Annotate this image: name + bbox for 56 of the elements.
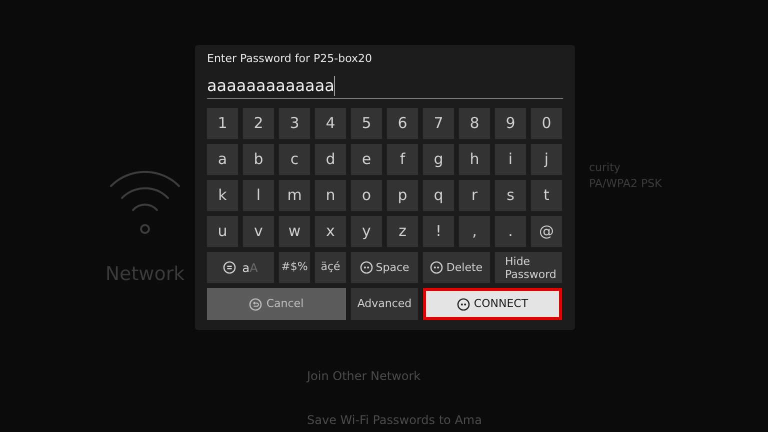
keyboard-key[interactable]: @ (531, 216, 562, 247)
dialog-title: Enter Password for P25-box20 (207, 51, 373, 67)
keyboard-key[interactable]: 3 (279, 108, 310, 139)
keyboard-key[interactable]: 6 (387, 108, 418, 139)
keyboard-key[interactable]: Delete (423, 252, 490, 283)
keyboard-key[interactable]: Space (351, 252, 418, 283)
keyboard-key[interactable]: p (387, 180, 418, 211)
back-icon (249, 298, 262, 310)
keyboard-key[interactable]: f (387, 144, 418, 175)
keyboard-key[interactable]: i (495, 144, 526, 175)
password-field[interactable]: aaaaaaaaaaaaa (207, 74, 563, 99)
keyboard-key[interactable]: d (315, 144, 346, 175)
keyboard-key[interactable]: v (243, 216, 274, 247)
keyboard-key[interactable]: 7 (423, 108, 454, 139)
keyboard-key[interactable]: n (315, 180, 346, 211)
keyboard-key[interactable]: Hide Password (495, 252, 562, 283)
keyboard-key[interactable]: 1 (207, 108, 238, 139)
keyboard-key[interactable]: o (351, 180, 382, 211)
remote-button-icon (360, 261, 373, 274)
keyboard-key[interactable]: s (495, 180, 526, 211)
remote-button-icon (456, 298, 470, 310)
keyboard-key[interactable]: j (531, 144, 562, 175)
keyboard-key[interactable]: . (495, 216, 526, 247)
keyboard-key[interactable]: u (207, 216, 238, 247)
keyboard-key[interactable]: #$% (279, 252, 310, 283)
keyboard-key[interactable]: , (459, 216, 490, 247)
menu-icon (223, 261, 236, 274)
keyboard-key[interactable]: w (279, 216, 310, 247)
keyboard-key[interactable]: x (315, 216, 346, 247)
keyboard-key[interactable]: b (243, 144, 274, 175)
keyboard-key[interactable]: g (423, 144, 454, 175)
keyboard-key[interactable]: 4 (315, 108, 346, 139)
keyboard-key[interactable]: l (243, 180, 274, 211)
keyboard-key[interactable]: 2 (243, 108, 274, 139)
keyboard-key[interactable]: h (459, 144, 490, 175)
keyboard-key[interactable]: 0 (531, 108, 562, 139)
keyboard-key[interactable]: t (531, 180, 562, 211)
keyboard-key[interactable]: z (387, 216, 418, 247)
keyboard-key[interactable]: 9 (495, 108, 526, 139)
cancel-button[interactable]: Cancel (207, 288, 346, 320)
case-letter: a (242, 260, 250, 276)
keyboard-key[interactable]: e (351, 144, 382, 175)
keyboard-key[interactable]: c (279, 144, 310, 175)
connect-button[interactable]: CONNECT (423, 288, 562, 320)
keyboard-key[interactable]: äçé (315, 252, 346, 283)
keyboard-key[interactable]: r (459, 180, 490, 211)
keyboard-key[interactable]: m (279, 180, 310, 211)
keyboard-key[interactable]: q (423, 180, 454, 211)
keyboard-key[interactable]: ! (423, 216, 454, 247)
keyboard-key[interactable]: k (207, 180, 238, 211)
remote-button-icon (430, 261, 444, 274)
advanced-button[interactable]: Advanced (351, 288, 418, 320)
keyboard-key[interactable]: a (207, 144, 238, 175)
keyboard-key[interactable]: 5 (351, 108, 382, 139)
keyboard-key[interactable]: y (351, 216, 382, 247)
keyboard-key[interactable]: 8 (459, 108, 490, 139)
